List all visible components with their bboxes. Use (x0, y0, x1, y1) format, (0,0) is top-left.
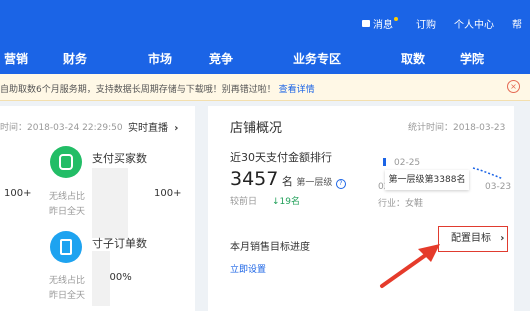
annotation-arrow (380, 244, 440, 288)
arrow-shaft (380, 250, 432, 288)
